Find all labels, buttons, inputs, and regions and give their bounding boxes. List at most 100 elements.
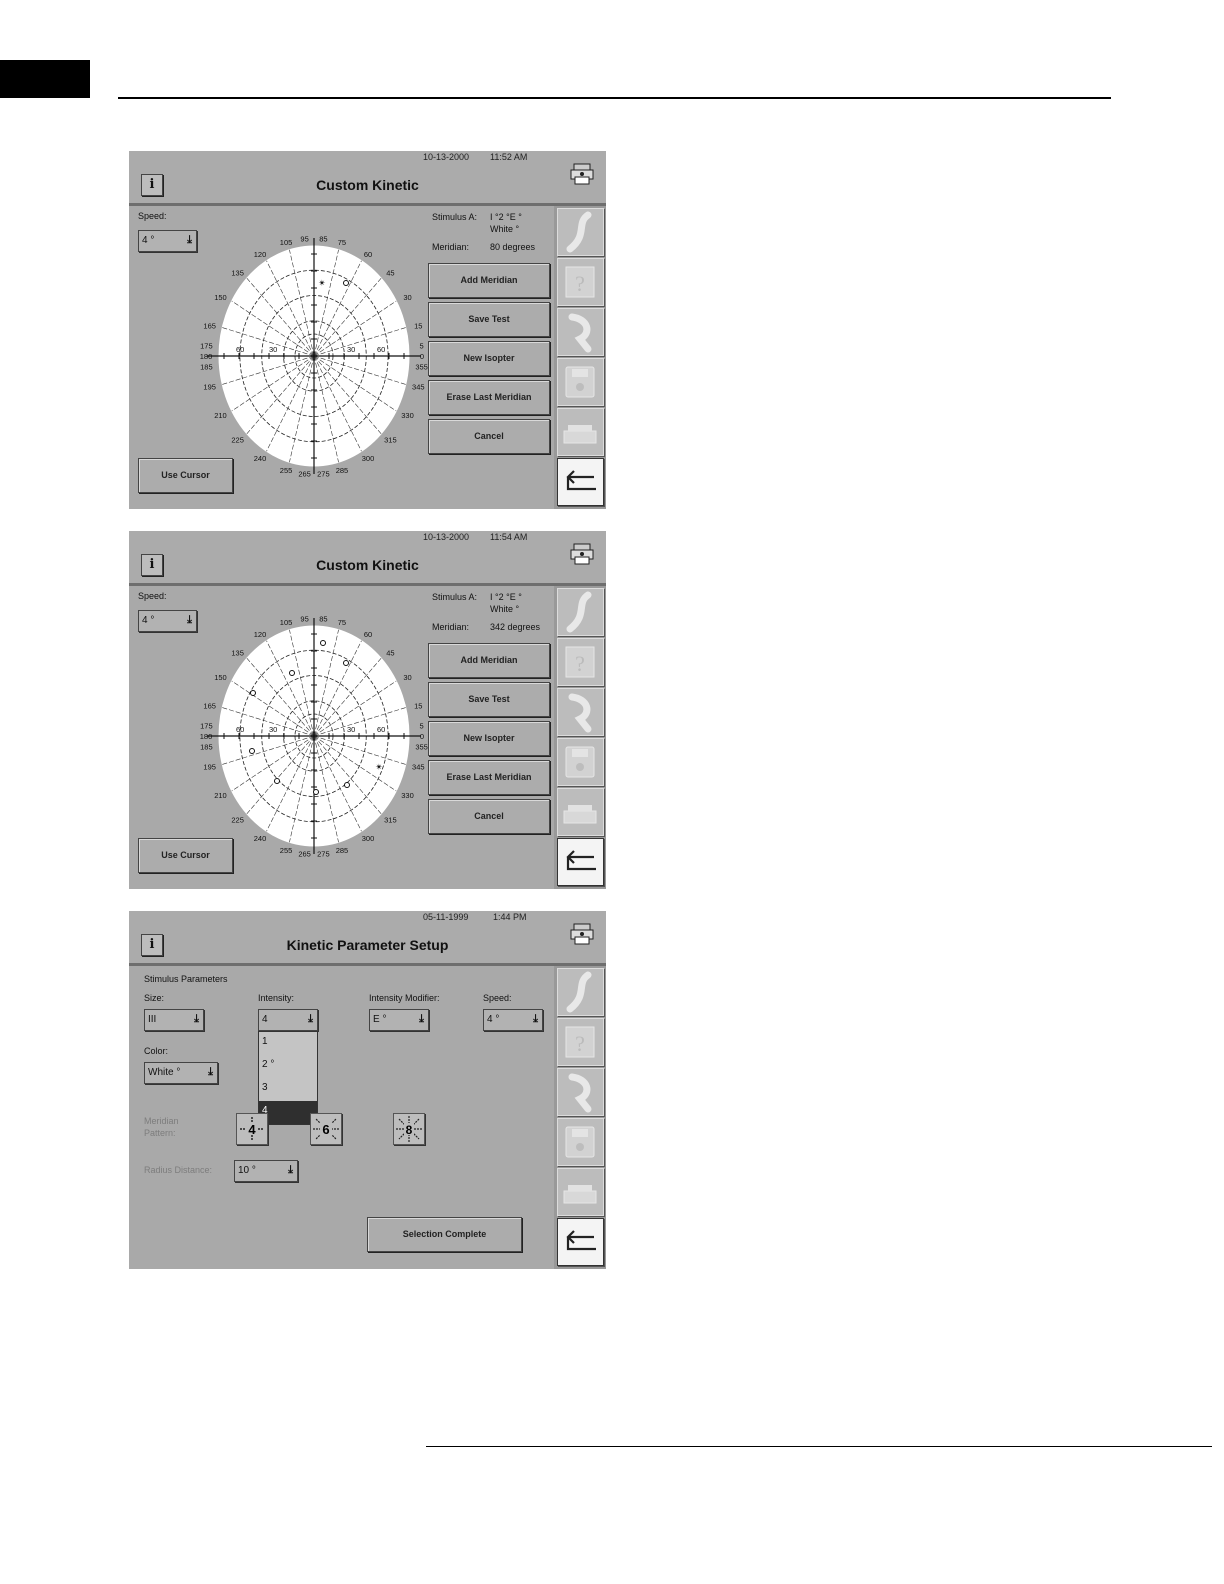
meridian-angle-label: 150 [214, 673, 227, 682]
printer-tray-button[interactable] [557, 1168, 604, 1216]
intensity-modifier-select[interactable]: E ° ⤓ [369, 1009, 429, 1031]
meridian-angle-label: 265 [298, 470, 311, 479]
return-arrow-button[interactable] [557, 838, 604, 886]
meridian-angle-label: 120 [254, 630, 267, 639]
save-disk-button[interactable] [557, 358, 604, 406]
add-meridian-button[interactable]: Add Meridian [428, 643, 550, 678]
date-display: 10-13-2000 [423, 152, 470, 162]
stimulus-button[interactable] [557, 588, 604, 636]
meridian-angle-label: 185 [200, 362, 213, 371]
meridian-angle-label: 240 [254, 454, 267, 463]
save-disk-button[interactable] [557, 1118, 604, 1166]
size-select[interactable]: III ⤓ [144, 1009, 204, 1031]
chevron-down-icon: ⤓ [187, 614, 192, 626]
chevron-down-icon: ⤓ [533, 1013, 538, 1025]
meridian-label: Meridian: [432, 622, 470, 632]
meridian-angle-label: 225 [231, 815, 244, 824]
printer-tray-button[interactable] [557, 788, 604, 836]
meridian-angle-label: 175 [200, 342, 213, 351]
pattern-4-button[interactable]: 4 [236, 1113, 268, 1145]
meridian-angle-label: 300 [362, 454, 375, 463]
meridian-angle-label: 255 [280, 466, 293, 475]
kinetic-polar-chart[interactable]: 60 30 30 60 95 85 75 105 120 60 135 45 150 30 165 15 175… [199, 191, 429, 481]
intensity-dropdown-list[interactable]: 1 2 ° 3 4 [258, 1031, 318, 1125]
add-meridian-button[interactable]: Add Meridian [428, 263, 550, 298]
radius-tick-label: 30 [347, 345, 355, 354]
meridian-angle-label: 15 [414, 701, 422, 710]
cancel-button[interactable]: Cancel [428, 799, 550, 834]
selection-complete-button[interactable]: Selection Complete [367, 1217, 522, 1252]
stimulus-icon [566, 211, 592, 253]
color-select[interactable]: White ° ⤓ [144, 1062, 218, 1084]
save-test-button[interactable]: Save Test [428, 682, 550, 717]
radius-distance-value: 10 ° [238, 1165, 256, 1176]
dropdown-option[interactable]: 2 ° [259, 1055, 317, 1078]
dropdown-option[interactable]: 3 [259, 1078, 317, 1101]
time-display: 1:44 PM [493, 912, 527, 922]
save-test-button[interactable]: Save Test [428, 302, 550, 337]
svg-text:?: ? [575, 271, 585, 296]
new-isopter-button[interactable]: New Isopter [428, 721, 550, 756]
help-button[interactable]: ? [557, 1018, 604, 1066]
speed-label: Speed: [483, 993, 512, 1003]
return-arrow-button[interactable] [557, 458, 604, 506]
intensity-modifier-label: Intensity Modifier: [369, 993, 440, 1003]
printer-tray-button[interactable] [557, 408, 604, 456]
erase-last-meridian-button[interactable]: Erase Last Meridian [428, 760, 550, 795]
save-disk-button[interactable] [557, 738, 604, 786]
patient-button[interactable] [557, 308, 604, 356]
printer-tray-icon [563, 805, 597, 824]
speed-select[interactable]: 4 ° ⤓ [138, 610, 197, 632]
help-button[interactable]: ? [557, 638, 604, 686]
meridian-angle-label: 135 [231, 269, 244, 278]
meridian-angle-label: 95 [300, 234, 308, 243]
stimulus-label: Stimulus A: [432, 592, 478, 602]
svg-text:8: 8 [406, 1123, 413, 1137]
kinetic-parameter-setup-screen: 05-11-1999 1:44 PM i Kinetic Parameter S… [129, 911, 606, 1269]
screen-header: 05-11-1999 1:44 PM i Kinetic Parameter S… [129, 911, 606, 966]
color-label: Color: [144, 1046, 169, 1056]
printer-icon[interactable] [570, 543, 594, 565]
meridian-angle-label: 165 [203, 321, 216, 330]
printer-icon[interactable] [570, 923, 594, 945]
stimulus-button[interactable] [557, 968, 604, 1016]
patient-button[interactable] [557, 1068, 604, 1116]
screen-title: Kinetic Parameter Setup [286, 937, 449, 953]
return-arrow-icon [566, 470, 596, 491]
meridian-angle-label: 150 [214, 293, 227, 302]
new-isopter-button[interactable]: New Isopter [428, 341, 550, 376]
help-button[interactable]: ? [557, 258, 604, 306]
svg-text:?: ? [575, 651, 585, 676]
stimulus-button[interactable] [557, 208, 604, 256]
radius-distance-select[interactable]: 10 ° ⤓ [234, 1160, 298, 1182]
pattern-8-button[interactable]: 8 [393, 1113, 425, 1145]
meridian-angle-label: 180 [200, 732, 213, 741]
svg-text:4: 4 [248, 1122, 256, 1137]
erase-last-meridian-button[interactable]: Erase Last Meridian [428, 380, 550, 415]
meridian-angle-label: 0 [420, 352, 424, 361]
cancel-button[interactable]: Cancel [428, 419, 550, 454]
chevron-down-icon: ⤓ [288, 1164, 293, 1176]
patient-button[interactable] [557, 688, 604, 736]
speed-select[interactable]: 4 ° ⤓ [483, 1009, 543, 1031]
custom-kinetic-screen-1: 10-13-2000 11:52 AM i Custom Kinetic Spe… [129, 151, 606, 509]
custom-kinetic-screen-2: 10-13-2000 11:54 AM i Custom Kinetic Spe… [129, 531, 606, 889]
return-arrow-button[interactable] [557, 1218, 604, 1266]
kinetic-polar-chart[interactable]: 60 30 30 60 95 85 75 105 120 60 135 45 150 30 165 15 175… [199, 571, 429, 861]
stimulus-icon [566, 971, 592, 1013]
printer-icon[interactable] [570, 163, 594, 185]
speed-select[interactable]: 4 ° ⤓ [138, 230, 197, 252]
patient-icon [568, 313, 592, 353]
dropdown-option[interactable]: 1 [259, 1032, 317, 1055]
intensity-select[interactable]: 4 ⤓ [258, 1009, 318, 1031]
return-arrow-icon [566, 850, 596, 871]
return-arrow-icon [566, 1230, 596, 1251]
intensity-label: Intensity: [258, 993, 295, 1003]
meridian-angle-label: 210 [214, 791, 227, 800]
speed-label: Speed: [138, 211, 167, 221]
stimulus-icon [566, 591, 592, 633]
meridian-angle-label: 5 [420, 342, 424, 351]
pattern-6-button[interactable]: 6 [310, 1113, 342, 1145]
meridian-angle-label: 300 [362, 834, 375, 843]
printer-tray-icon [563, 1185, 597, 1204]
